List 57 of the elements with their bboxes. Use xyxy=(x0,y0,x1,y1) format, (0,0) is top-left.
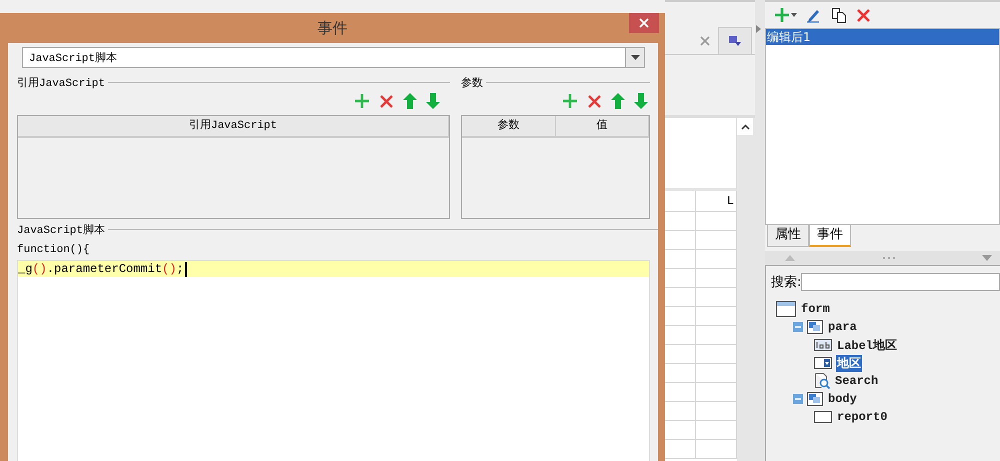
copy-icon[interactable] xyxy=(831,7,847,23)
splitter[interactable] xyxy=(765,251,1000,265)
tree-item[interactable]: para xyxy=(827,320,858,334)
collapse-icon[interactable] xyxy=(793,394,803,404)
tree-item[interactable]: body xyxy=(827,392,858,406)
collapse-up-icon[interactable] xyxy=(785,255,795,261)
move-down-icon[interactable] xyxy=(634,93,648,109)
scroll-up-button[interactable] xyxy=(737,118,753,135)
script-type-dropdown[interactable]: JavaScript脚本 xyxy=(22,47,645,68)
pencil-icon[interactable] xyxy=(806,7,822,23)
tree-item[interactable]: Search xyxy=(834,374,880,388)
group-title: JavaScript脚本 xyxy=(17,223,106,236)
close-icon[interactable] xyxy=(700,36,710,46)
column-header[interactable]: 值 xyxy=(556,116,649,136)
search-field[interactable] xyxy=(801,273,1000,291)
tree-item[interactable]: Label地区 xyxy=(836,336,898,354)
column-header[interactable]: 参数 xyxy=(462,116,556,136)
panel-icon xyxy=(807,392,823,406)
close-button[interactable] xyxy=(629,13,659,33)
window-icon xyxy=(776,301,796,317)
caret-icon xyxy=(740,124,750,130)
group-title: 引用JavaScript xyxy=(17,76,106,90)
tree-item[interactable]: report0 xyxy=(836,410,888,424)
tree-item[interactable]: form xyxy=(800,302,831,316)
expand-icon[interactable] xyxy=(756,25,761,33)
code-line: _g().parameterCommit(); xyxy=(18,261,184,277)
tree-item[interactable]: 地区 xyxy=(836,354,862,372)
search-label: 搜索: xyxy=(771,274,802,291)
caret-icon xyxy=(630,55,640,60)
tab-menu-button[interactable] xyxy=(718,27,752,54)
add-icon[interactable] xyxy=(775,7,797,23)
group-title: 参数 xyxy=(461,76,483,90)
combo-box-icon xyxy=(814,357,832,369)
code-line: function(){ xyxy=(17,243,91,258)
scrollbar[interactable] xyxy=(737,118,755,461)
code-editor[interactable]: _g().parameterCommit(); xyxy=(17,260,650,461)
close-icon xyxy=(639,18,649,28)
window-list-icon xyxy=(728,35,742,47)
magnifier-icon xyxy=(814,373,830,389)
panel-tab[interactable]: 属性 xyxy=(767,225,809,247)
collapse-icon[interactable] xyxy=(793,322,803,332)
dialog-title: 事件 xyxy=(318,18,348,38)
event-list-item[interactable]: 编辑后1 xyxy=(766,29,999,45)
panel-tab[interactable]: 事件 xyxy=(809,225,851,247)
move-up-icon[interactable] xyxy=(403,93,417,109)
move-up-icon[interactable] xyxy=(611,93,625,109)
grip-icon[interactable] xyxy=(882,256,896,260)
label-icon xyxy=(814,339,832,351)
collapse-down-icon[interactable] xyxy=(982,255,992,261)
panel-icon xyxy=(807,320,823,334)
column-header: L xyxy=(726,194,734,208)
report-icon xyxy=(814,411,832,423)
delete-icon[interactable] xyxy=(379,94,394,108)
move-down-icon[interactable] xyxy=(426,93,440,109)
delete-icon[interactable] xyxy=(856,8,871,22)
delete-icon[interactable] xyxy=(587,94,602,108)
column-header[interactable]: 引用JavaScript xyxy=(18,116,449,136)
